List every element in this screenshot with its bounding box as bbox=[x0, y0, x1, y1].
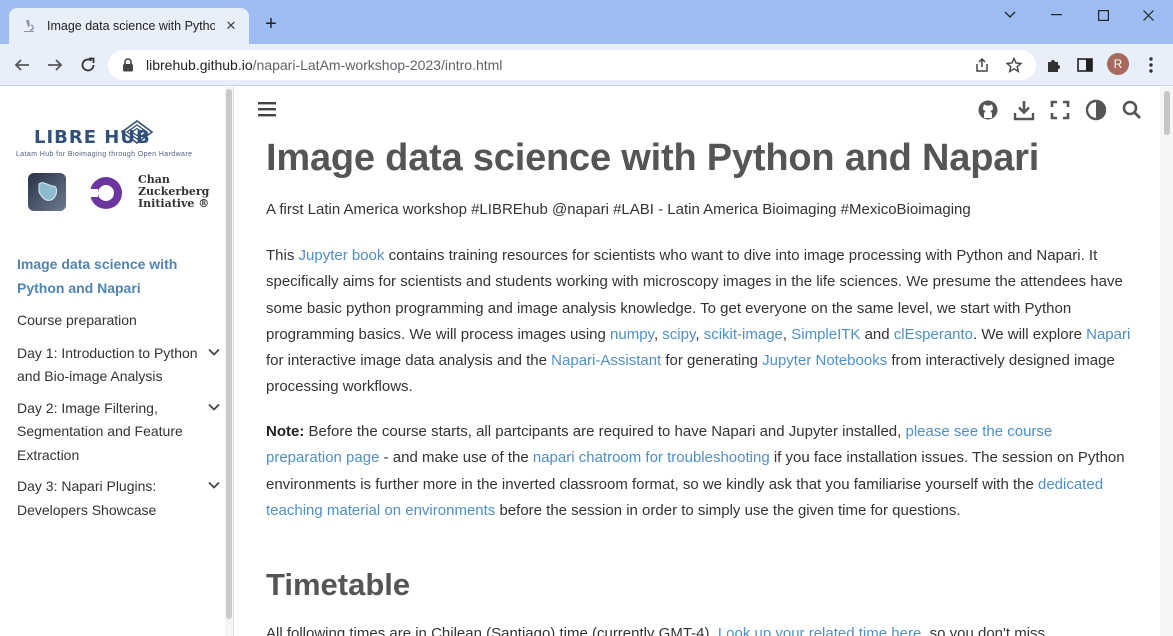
main-scrollbar[interactable] bbox=[1160, 87, 1173, 636]
browser-tab-strip: Image data science with Python ✕ + bbox=[0, 0, 1173, 44]
sidebar-item-day3[interactable]: Day 3: Napari Plugins: Developers Showca… bbox=[17, 475, 227, 522]
napari-logo-icon bbox=[28, 173, 66, 211]
text: , so you don't miss bbox=[921, 625, 1046, 636]
text: before the session in order to simply us… bbox=[495, 501, 961, 519]
close-tab-icon[interactable]: ✕ bbox=[223, 18, 239, 34]
minimize-button[interactable] bbox=[1033, 0, 1079, 30]
scipy-link[interactable]: scipy bbox=[662, 326, 695, 343]
side-panel-icon[interactable] bbox=[1075, 55, 1095, 75]
star-icon[interactable] bbox=[1004, 56, 1024, 74]
microscope-icon bbox=[21, 18, 37, 34]
text: All following times are in Chilean (Sant… bbox=[266, 625, 718, 636]
note-paragraph: Note: Before the course starts, all part… bbox=[266, 419, 1132, 524]
sidebar-item-course-preparation[interactable]: Course preparation bbox=[17, 309, 227, 333]
browser-tab[interactable]: Image data science with Python ✕ bbox=[9, 8, 249, 44]
forward-arrow-icon[interactable] bbox=[43, 53, 67, 77]
napari-assistant-link[interactable]: Napari-Assistant bbox=[551, 352, 661, 369]
download-icon[interactable] bbox=[1013, 99, 1035, 121]
chevron-down-icon[interactable] bbox=[207, 478, 221, 492]
back-arrow-icon[interactable] bbox=[10, 53, 34, 77]
main-scrollbar-thumb[interactable] bbox=[1164, 91, 1170, 135]
czi-line3: Initiative ® bbox=[138, 197, 210, 210]
sidebar-divider bbox=[233, 87, 234, 636]
maximize-button[interactable] bbox=[1080, 0, 1126, 30]
numpy-link[interactable]: numpy bbox=[610, 326, 654, 343]
extensions-icon[interactable] bbox=[1043, 55, 1063, 75]
new-tab-button[interactable]: + bbox=[260, 13, 282, 35]
sidebar: LIBRE HUB Latam Hub for Bioimaging throu… bbox=[0, 87, 233, 636]
sidebar-scrollbar-thumb[interactable] bbox=[226, 89, 232, 619]
github-icon[interactable] bbox=[977, 99, 999, 121]
hamburger-menu-icon[interactable] bbox=[256, 99, 278, 119]
address-bar[interactable]: librehub.github.io/napari-LatAm-workshop… bbox=[108, 50, 1036, 80]
page-content: LIBRE HUB Latam Hub for Bioimaging throu… bbox=[0, 87, 1173, 636]
simpleitk-link[interactable]: SimpleITK bbox=[791, 326, 860, 343]
chevron-down-icon[interactable] bbox=[207, 345, 221, 359]
napari-link[interactable]: Napari bbox=[1086, 326, 1130, 343]
sidebar-item-label: Day 1: Introduction to Python and Bio-im… bbox=[17, 344, 198, 385]
time-lookup-link[interactable]: Look up your related time here bbox=[718, 625, 921, 636]
text: This bbox=[266, 247, 299, 264]
note-label: Note: bbox=[266, 423, 305, 440]
fullscreen-icon[interactable] bbox=[1049, 99, 1071, 121]
text: for interactive image data analysis and … bbox=[266, 352, 552, 370]
text: and bbox=[860, 325, 894, 343]
czi-wordmark: Chan Zuckerberg Initiative ® bbox=[138, 174, 209, 210]
text: for generating bbox=[661, 352, 763, 370]
czi-logo-icon bbox=[88, 177, 122, 209]
profile-avatar[interactable]: R bbox=[1107, 53, 1129, 75]
sidebar-item-label: Course preparation bbox=[17, 312, 137, 328]
text: , bbox=[695, 325, 704, 343]
search-icon[interactable] bbox=[1121, 99, 1143, 121]
timetable-heading: Timetable bbox=[266, 567, 411, 602]
napari-chatroom-link[interactable]: napari chatroom for troubleshooting bbox=[533, 449, 770, 466]
chevron-down-icon[interactable] bbox=[207, 400, 221, 414]
jupyter-book-link[interactable]: Jupyter book bbox=[299, 247, 385, 264]
text: . We will explore bbox=[973, 325, 1087, 343]
sidebar-item-day1[interactable]: Day 1: Introduction to Python and Bio-im… bbox=[17, 342, 227, 389]
sidebar-item-label: Day 2: Image Filtering, Segmentation and… bbox=[17, 399, 183, 463]
sponsor-logos: Chan Zuckerberg Initiative ® bbox=[28, 173, 228, 213]
more-menu-icon[interactable] bbox=[1141, 55, 1161, 75]
page-title: Image data science with Python and Napar… bbox=[266, 137, 1040, 179]
jupyter-notebooks-link[interactable]: Jupyter Notebooks bbox=[762, 352, 887, 369]
chevron-down-icon[interactable] bbox=[987, 0, 1033, 30]
timetable-intro: All following times are in Chilean (Sant… bbox=[266, 625, 1045, 636]
text: - and make use of the bbox=[379, 449, 533, 467]
url-path: /napari-LatAm-workshop-2023/intro.html bbox=[252, 57, 503, 73]
intro-paragraph: This Jupyter book contains training reso… bbox=[266, 243, 1132, 401]
text: , bbox=[782, 325, 792, 343]
librehub-grid-icon bbox=[120, 120, 154, 144]
sidebar-item-label: Image data science with Python and Napar… bbox=[17, 256, 178, 296]
reload-icon[interactable] bbox=[76, 53, 100, 77]
sidebar-nav: Image data science with Python and Napar… bbox=[17, 253, 227, 522]
sidebar-item-label: Day 3: Napari Plugins: Developers Showca… bbox=[17, 478, 157, 518]
text: Before the course starts, all partcipant… bbox=[304, 423, 906, 440]
lock-icon[interactable] bbox=[122, 58, 136, 72]
url-host: librehub.github.io bbox=[146, 57, 253, 73]
scikit-image-link[interactable]: scikit-image bbox=[704, 326, 783, 343]
close-window-button[interactable] bbox=[1125, 0, 1171, 30]
share-icon[interactable] bbox=[972, 56, 992, 74]
sidebar-item-home[interactable]: Image data science with Python and Napar… bbox=[17, 253, 227, 300]
theme-toggle-icon[interactable] bbox=[1085, 99, 1107, 121]
tab-title: Image data science with Python bbox=[47, 19, 215, 33]
sidebar-item-day2[interactable]: Day 2: Image Filtering, Segmentation and… bbox=[17, 397, 227, 468]
logo-subtitle: Latam Hub for Bioimaging through Open Ha… bbox=[16, 151, 193, 158]
browser-toolbar: librehub.github.io/napari-LatAm-workshop… bbox=[0, 44, 1173, 86]
clesperanto-link[interactable]: clEsperanto bbox=[894, 326, 973, 343]
page-subtitle: A first Latin America workshop #LIBREhub… bbox=[266, 201, 971, 218]
